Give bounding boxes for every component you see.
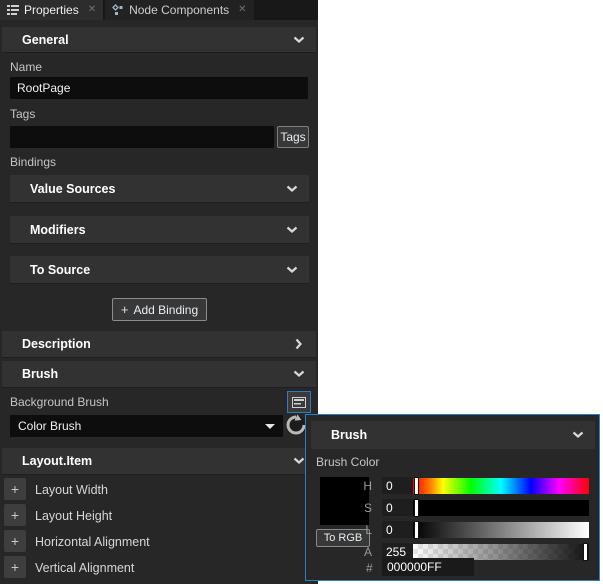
node-components-icon bbox=[112, 4, 124, 16]
plus-icon: + bbox=[10, 507, 20, 523]
name-label: Name bbox=[10, 60, 43, 74]
saturation-value-input[interactable] bbox=[382, 499, 413, 516]
list-icon bbox=[7, 4, 19, 16]
tab-node-components[interactable]: Node Components ✕ bbox=[105, 0, 254, 20]
section-header-modifiers[interactable]: Modifiers bbox=[10, 216, 309, 244]
add-horizontal-alignment-button[interactable]: + bbox=[4, 530, 26, 552]
tags-input[interactable] bbox=[10, 126, 274, 148]
tags-label: Tags bbox=[10, 107, 36, 121]
push-to-binding-icon[interactable] bbox=[285, 414, 307, 436]
chevron-down-icon bbox=[286, 185, 298, 192]
saturation-slider[interactable] bbox=[413, 499, 589, 517]
hex-value-input[interactable] bbox=[382, 558, 474, 576]
close-icon[interactable]: ✕ bbox=[88, 5, 96, 15]
brush-type-dropdown[interactable]: Color Brush bbox=[10, 415, 283, 437]
layout-width-label: Layout Width bbox=[35, 483, 108, 497]
section-title: To Source bbox=[30, 262, 91, 277]
add-binding-label: Add Binding bbox=[133, 302, 199, 317]
chevron-down-icon bbox=[265, 423, 275, 429]
section-header-general[interactable]: General bbox=[2, 27, 316, 53]
saturation-slider-handle[interactable] bbox=[414, 499, 419, 517]
background-brush-label: Background Brush bbox=[10, 395, 109, 409]
tags-button[interactable]: Tags bbox=[277, 126, 309, 148]
layout-height-label: Layout Height bbox=[35, 509, 113, 523]
section-title: Description bbox=[22, 337, 91, 351]
section-title: Brush bbox=[331, 428, 368, 442]
name-input[interactable] bbox=[10, 77, 308, 99]
section-header-value-sources[interactable]: Value Sources bbox=[10, 175, 309, 203]
to-rgb-label: To RGB bbox=[323, 532, 363, 544]
bindings-label: Bindings bbox=[10, 155, 57, 169]
lightness-slider[interactable] bbox=[413, 521, 589, 539]
alpha-label: A bbox=[363, 545, 372, 559]
tab-label: Node Components bbox=[129, 3, 230, 17]
brush-type-selected: Color Brush bbox=[18, 419, 82, 433]
horizontal-alignment-label: Horizontal Alignment bbox=[35, 535, 150, 549]
plus-icon: + bbox=[120, 302, 129, 317]
section-title: Layout.Item bbox=[22, 454, 93, 468]
section-title: Brush bbox=[22, 367, 59, 381]
section-header-to-source[interactable]: To Source bbox=[10, 256, 309, 284]
brush-color-popup: Brush Brush Color To RGB H S L A # bbox=[305, 414, 600, 581]
saturation-label: S bbox=[363, 501, 372, 515]
plus-icon: + bbox=[10, 481, 20, 497]
lightness-value-input[interactable] bbox=[382, 521, 413, 538]
tab-properties[interactable]: Properties ✕ bbox=[0, 0, 104, 20]
section-title: General bbox=[22, 32, 69, 47]
tab-label: Properties bbox=[24, 3, 79, 17]
vertical-alignment-label: Vertical Alignment bbox=[35, 561, 135, 575]
chevron-down-icon bbox=[572, 431, 584, 439]
tags-button-label: Tags bbox=[280, 130, 306, 144]
tab-bar: Properties ✕ Node Components ✕ bbox=[0, 0, 318, 20]
lightness-slider-handle[interactable] bbox=[414, 521, 419, 539]
plus-icon: + bbox=[10, 533, 20, 549]
chevron-down-icon bbox=[286, 266, 298, 273]
brush-color-label: Brush Color bbox=[316, 455, 380, 469]
chevron-down-icon bbox=[293, 457, 305, 465]
hue-slider[interactable] bbox=[413, 477, 589, 495]
plus-icon: + bbox=[10, 559, 20, 575]
add-binding-button[interactable]: + Add Binding bbox=[112, 298, 207, 321]
section-header-layout-item[interactable]: Layout.Item bbox=[2, 448, 316, 475]
panel-editor-icon bbox=[292, 396, 306, 408]
hue-slider-handle[interactable] bbox=[414, 477, 419, 495]
properties-panel: Properties ✕ Node Components ✕ General N… bbox=[0, 0, 318, 584]
chevron-right-icon bbox=[295, 338, 303, 350]
lightness-label: L bbox=[365, 523, 372, 537]
hue-value-input[interactable] bbox=[382, 477, 413, 494]
section-header-description[interactable]: Description bbox=[2, 331, 316, 358]
close-icon[interactable]: ✕ bbox=[238, 5, 246, 15]
add-layout-height-button[interactable]: + bbox=[4, 504, 26, 526]
chevron-down-icon bbox=[286, 226, 298, 233]
add-layout-width-button[interactable]: + bbox=[4, 478, 26, 500]
section-title: Value Sources bbox=[30, 181, 116, 196]
alpha-slider-handle[interactable] bbox=[583, 543, 588, 561]
brush-editor-button[interactable] bbox=[287, 391, 311, 413]
section-header-brush[interactable]: Brush bbox=[2, 361, 316, 388]
popup-header-brush[interactable]: Brush bbox=[311, 421, 595, 449]
chevron-down-icon bbox=[293, 36, 305, 43]
section-title: Modifiers bbox=[30, 222, 86, 237]
chevron-down-icon bbox=[293, 370, 305, 378]
hex-label: # bbox=[366, 561, 373, 575]
hue-label: H bbox=[363, 479, 372, 493]
add-vertical-alignment-button[interactable]: + bbox=[4, 556, 26, 578]
